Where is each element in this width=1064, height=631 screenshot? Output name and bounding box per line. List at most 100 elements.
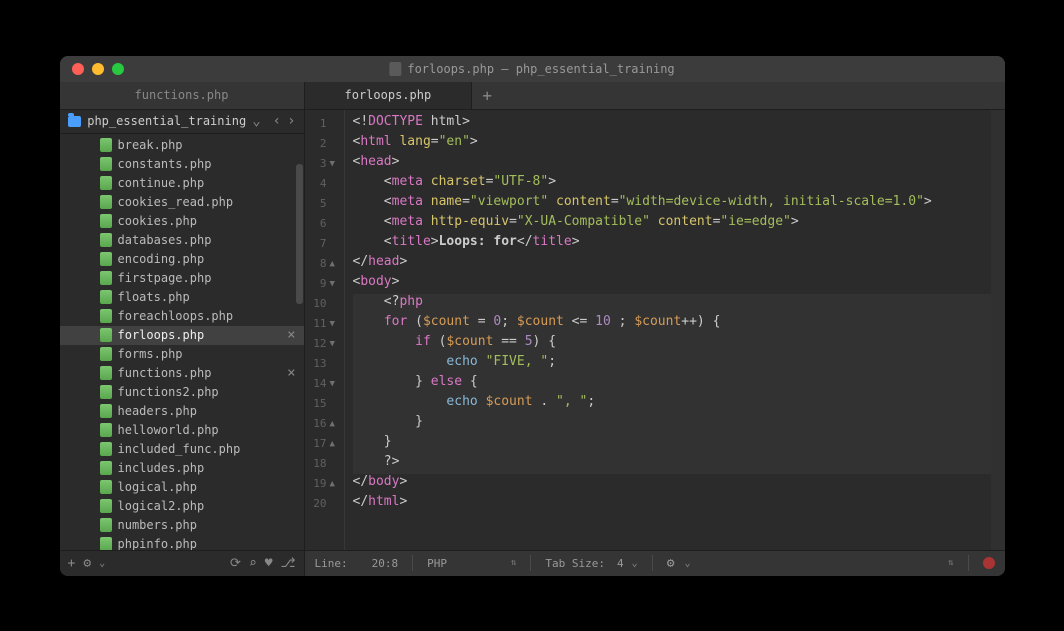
- chevron-down-icon[interactable]: ⌄: [685, 558, 691, 569]
- file-item[interactable]: includes.php: [60, 459, 304, 478]
- code-line[interactable]: }: [353, 414, 991, 434]
- gear-icon[interactable]: ⚙: [83, 556, 91, 571]
- close-icon[interactable]: ×: [287, 365, 295, 381]
- minimap[interactable]: [991, 110, 1005, 550]
- gutter-line[interactable]: 7: [305, 234, 344, 254]
- gutter-line[interactable]: 20: [305, 494, 344, 514]
- file-item[interactable]: foreachloops.php: [60, 307, 304, 326]
- close-icon[interactable]: ×: [287, 327, 295, 343]
- fold-icon[interactable]: ▲: [330, 439, 338, 449]
- file-item[interactable]: constants.php: [60, 155, 304, 174]
- close-window-button[interactable]: [72, 63, 84, 75]
- code-line[interactable]: <title>Loops: for</title>: [353, 234, 991, 254]
- gutter-line[interactable]: 10: [305, 294, 344, 314]
- gutter[interactable]: 123▼45678▲9▼1011▼12▼1314▼1516▲17▲1819▲20: [305, 110, 345, 550]
- fold-icon[interactable]: ▲: [330, 479, 338, 489]
- updown-icon[interactable]: ⇅: [948, 558, 953, 568]
- minimize-window-button[interactable]: [92, 63, 104, 75]
- fold-icon[interactable]: ▼: [330, 159, 338, 169]
- code-line[interactable]: </html>: [353, 494, 991, 514]
- code-content[interactable]: <!DOCTYPE html><html lang="en"><head> <m…: [345, 110, 991, 550]
- code-line[interactable]: <?php: [353, 294, 991, 314]
- code-line[interactable]: <meta http-equiv="X-UA-Compatible" conte…: [353, 214, 991, 234]
- maximize-window-button[interactable]: [112, 63, 124, 75]
- file-item[interactable]: firstpage.php: [60, 269, 304, 288]
- file-item[interactable]: functions2.php: [60, 383, 304, 402]
- search-icon[interactable]: ⌕: [249, 556, 257, 571]
- code-line[interactable]: <html lang="en">: [353, 134, 991, 154]
- status-syntax[interactable]: PHP ⇅: [427, 557, 516, 570]
- file-item[interactable]: helloworld.php: [60, 421, 304, 440]
- gutter-line[interactable]: 12▼: [305, 334, 344, 354]
- refresh-icon[interactable]: ⟳: [230, 556, 241, 571]
- status-tabsize[interactable]: Tab Size: 4 ⌄: [545, 557, 637, 570]
- gutter-line[interactable]: 18: [305, 454, 344, 474]
- fold-icon[interactable]: ▼: [330, 379, 338, 389]
- gutter-line[interactable]: 2: [305, 134, 344, 154]
- code-line[interactable]: if ($count == 5) {: [353, 334, 991, 354]
- new-tab-button[interactable]: +: [472, 82, 502, 109]
- file-item[interactable]: cookies.php: [60, 212, 304, 231]
- code-line[interactable]: <meta charset="UTF-8">: [353, 174, 991, 194]
- gutter-line[interactable]: 13: [305, 354, 344, 374]
- file-item[interactable]: forloops.php×: [60, 326, 304, 345]
- add-icon[interactable]: +: [68, 556, 76, 571]
- fold-icon[interactable]: ▲: [330, 259, 338, 269]
- gutter-line[interactable]: 8▲: [305, 254, 344, 274]
- code-line[interactable]: echo $count . ", ";: [353, 394, 991, 414]
- nav-back-icon[interactable]: ‹: [273, 113, 281, 129]
- gear-icon[interactable]: ⚙: [667, 556, 675, 571]
- gutter-line[interactable]: 15: [305, 394, 344, 414]
- code-line[interactable]: }: [353, 434, 991, 454]
- gutter-line[interactable]: 1: [305, 114, 344, 134]
- file-item[interactable]: cookies_read.php: [60, 193, 304, 212]
- file-list[interactable]: break.phpconstants.phpcontinue.phpcookie…: [60, 134, 304, 550]
- file-item[interactable]: continue.php: [60, 174, 304, 193]
- code-line[interactable]: <body>: [353, 274, 991, 294]
- gutter-line[interactable]: 4: [305, 174, 344, 194]
- updown-icon[interactable]: ⇅: [511, 558, 516, 568]
- file-item[interactable]: encoding.php: [60, 250, 304, 269]
- code-line[interactable]: <head>: [353, 154, 991, 174]
- nav-forward-icon[interactable]: ›: [287, 113, 295, 129]
- code-line[interactable]: ?>: [353, 454, 991, 474]
- record-indicator-icon[interactable]: [983, 557, 995, 569]
- file-item[interactable]: break.php: [60, 136, 304, 155]
- status-line[interactable]: Line: 20:8: [315, 557, 399, 570]
- code-line[interactable]: </body>: [353, 474, 991, 494]
- editor-tab-active[interactable]: forloops.php: [305, 82, 473, 109]
- file-item[interactable]: logical2.php: [60, 497, 304, 516]
- code-area[interactable]: 123▼45678▲9▼1011▼12▼1314▼1516▲17▲1819▲20…: [305, 110, 1005, 550]
- file-item[interactable]: forms.php: [60, 345, 304, 364]
- file-item[interactable]: included_func.php: [60, 440, 304, 459]
- gutter-line[interactable]: 6: [305, 214, 344, 234]
- gutter-line[interactable]: 5: [305, 194, 344, 214]
- chevron-down-icon[interactable]: ⌄: [99, 558, 105, 569]
- scrollbar-thumb[interactable]: [296, 164, 303, 304]
- file-item[interactable]: headers.php: [60, 402, 304, 421]
- chevron-down-icon[interactable]: ⌄: [252, 113, 260, 129]
- gutter-line[interactable]: 9▼: [305, 274, 344, 294]
- chevron-down-icon[interactable]: ⌄: [632, 558, 638, 569]
- fold-icon[interactable]: ▼: [330, 279, 338, 289]
- code-line[interactable]: echo "FIVE, ";: [353, 354, 991, 374]
- code-line[interactable]: } else {: [353, 374, 991, 394]
- fold-icon[interactable]: ▲: [330, 419, 338, 429]
- code-line[interactable]: <!DOCTYPE html>: [353, 114, 991, 134]
- file-item[interactable]: floats.php: [60, 288, 304, 307]
- gutter-line[interactable]: 14▼: [305, 374, 344, 394]
- code-line[interactable]: </head>: [353, 254, 991, 274]
- heart-icon[interactable]: ♥: [265, 556, 273, 571]
- file-item[interactable]: numbers.php: [60, 516, 304, 535]
- file-item[interactable]: databases.php: [60, 231, 304, 250]
- gutter-line[interactable]: 16▲: [305, 414, 344, 434]
- file-item[interactable]: functions.php×: [60, 364, 304, 383]
- fold-icon[interactable]: ▼: [330, 339, 338, 349]
- gutter-line[interactable]: 17▲: [305, 434, 344, 454]
- fold-icon[interactable]: ▼: [330, 319, 338, 329]
- branch-icon[interactable]: ⎇: [281, 556, 296, 571]
- gutter-line[interactable]: 11▼: [305, 314, 344, 334]
- sidebar-tab[interactable]: functions.php: [60, 82, 304, 110]
- code-line[interactable]: for ($count = 0; $count <= 10 ; $count++…: [353, 314, 991, 334]
- code-line[interactable]: <meta name="viewport" content="width=dev…: [353, 194, 991, 214]
